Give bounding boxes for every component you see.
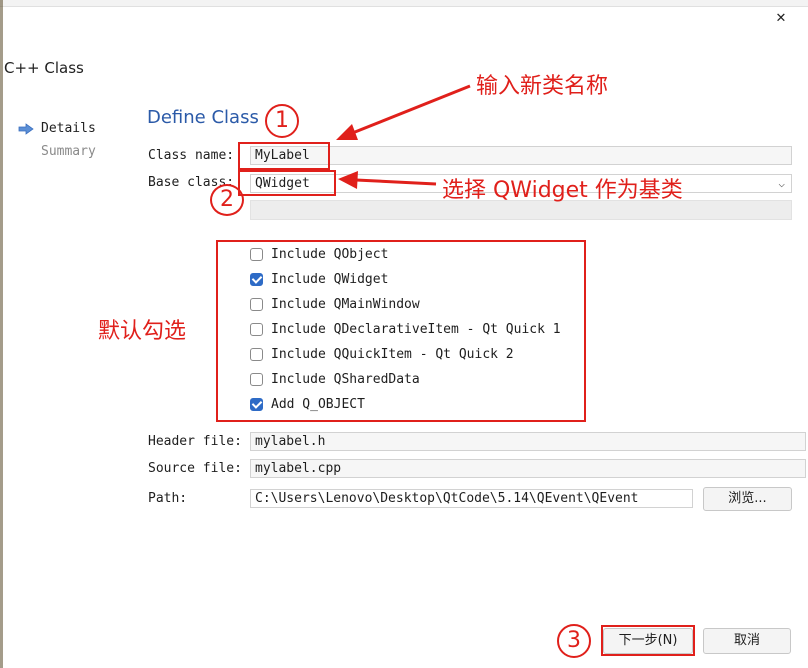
step-number-1: 1 bbox=[265, 104, 299, 138]
step-number-2: 2 bbox=[210, 184, 244, 216]
annotation-text-1: 输入新类名称 bbox=[476, 74, 609, 99]
annotation-text-3: 默认勾选 bbox=[98, 319, 187, 344]
annotation-arrow-1 bbox=[349, 84, 471, 136]
annotation-arrowhead-2 bbox=[338, 171, 358, 189]
annotation-text-2: 选择 QWidget 作为基类 bbox=[442, 178, 683, 203]
annotation-arrow-2 bbox=[355, 178, 437, 186]
annotation-arrowhead-1 bbox=[336, 124, 358, 140]
step-number-3: 3 bbox=[557, 624, 591, 658]
